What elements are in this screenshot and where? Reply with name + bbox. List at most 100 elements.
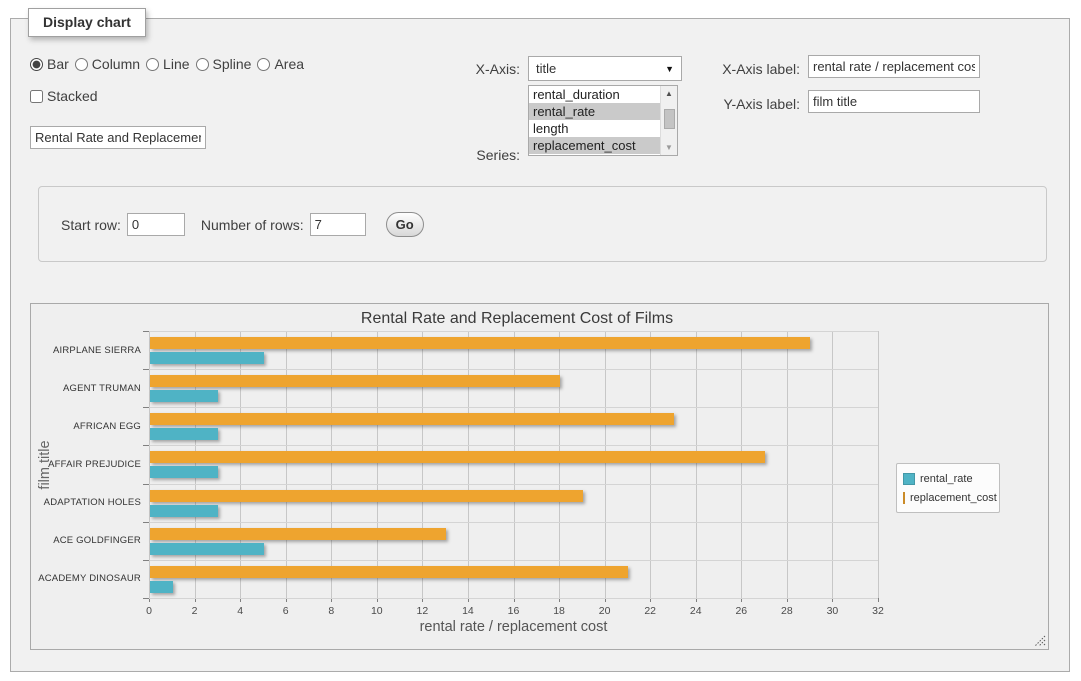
gridline bbox=[468, 331, 469, 598]
x-tick-label: 32 bbox=[872, 605, 884, 617]
scrollbar-thumb[interactable] bbox=[664, 109, 675, 129]
chart-title-input[interactable] bbox=[30, 126, 206, 149]
go-button[interactable]: Go bbox=[386, 212, 424, 237]
y-axis-tick bbox=[143, 484, 149, 485]
radio-line[interactable]: Line bbox=[146, 56, 189, 72]
bar-rental_rate[interactable] bbox=[150, 390, 218, 402]
legend-item-replacement-cost[interactable]: replacement_cost bbox=[903, 488, 993, 507]
legend-swatch-rental-rate bbox=[903, 473, 915, 485]
chart-container: Rental Rate and Replacement Cost of Film… bbox=[30, 303, 1049, 650]
x-axis-label-input[interactable] bbox=[808, 55, 980, 78]
series-option-rental-duration[interactable]: rental_duration bbox=[529, 86, 660, 103]
chart-title: Rental Rate and Replacement Cost of Film… bbox=[31, 310, 1003, 328]
bar-rental_rate[interactable] bbox=[150, 581, 173, 593]
gridline bbox=[650, 331, 651, 598]
y-axis-tick bbox=[143, 369, 149, 370]
x-tick-label: 0 bbox=[146, 605, 152, 617]
bar-rental_rate[interactable] bbox=[150, 466, 218, 478]
stacked-checkbox-row: Stacked bbox=[30, 88, 98, 104]
bar-replacement_cost[interactable] bbox=[150, 566, 628, 578]
bar-replacement_cost[interactable] bbox=[150, 375, 560, 387]
gridline bbox=[878, 331, 879, 598]
gridline bbox=[195, 331, 196, 598]
gridline bbox=[514, 331, 515, 598]
bar-replacement_cost[interactable] bbox=[150, 490, 583, 502]
gridline bbox=[377, 331, 378, 598]
gridline bbox=[149, 331, 150, 598]
radio-line-input[interactable] bbox=[146, 58, 159, 71]
x-tick-label: 4 bbox=[237, 605, 243, 617]
gridline bbox=[605, 331, 606, 598]
radio-bar-label: Bar bbox=[47, 56, 69, 72]
bar-replacement_cost[interactable] bbox=[150, 337, 810, 349]
gridline bbox=[149, 445, 878, 446]
radio-bar[interactable]: Bar bbox=[30, 56, 69, 72]
series-listbox[interactable]: rental_duration rental_rate length repla… bbox=[528, 85, 678, 156]
y-axis-label-input[interactable] bbox=[808, 90, 980, 113]
stacked-checkbox-input[interactable] bbox=[30, 90, 43, 103]
x-axis-select[interactable]: title ▼ bbox=[528, 56, 682, 81]
gridline bbox=[149, 331, 878, 332]
category-label: ACE GOLDFINGER bbox=[33, 522, 141, 560]
bar-rental_rate[interactable] bbox=[150, 543, 264, 555]
radio-column-label: Column bbox=[92, 56, 140, 72]
gridline bbox=[741, 331, 742, 598]
radio-spline[interactable]: Spline bbox=[196, 56, 252, 72]
x-tick-label: 26 bbox=[735, 605, 747, 617]
legend-label-rental-rate: rental_rate bbox=[920, 473, 973, 485]
rows-panel: Start row: Number of rows: Go bbox=[38, 186, 1047, 262]
scroll-up-icon[interactable]: ▲ bbox=[661, 86, 677, 101]
series-options: rental_duration rental_rate length repla… bbox=[529, 86, 660, 155]
gridline bbox=[149, 484, 878, 485]
x-tick-label: 6 bbox=[283, 605, 289, 617]
radio-area-input[interactable] bbox=[257, 58, 270, 71]
category-label: ACADEMY DINOSAUR bbox=[33, 560, 141, 598]
radio-column-input[interactable] bbox=[75, 58, 88, 71]
radio-spline-input[interactable] bbox=[196, 58, 209, 71]
x-tick-label: 8 bbox=[328, 605, 334, 617]
x-tick-label: 16 bbox=[508, 605, 520, 617]
gridline bbox=[149, 598, 878, 599]
legend-item-rental-rate[interactable]: rental_rate bbox=[903, 469, 993, 488]
bar-rental_rate[interactable] bbox=[150, 428, 218, 440]
series-listbox-label: Series: bbox=[455, 147, 520, 163]
series-option-replacement-cost[interactable]: replacement_cost bbox=[529, 137, 660, 154]
x-tick-label: 30 bbox=[827, 605, 839, 617]
x-tick-label: 12 bbox=[417, 605, 429, 617]
chart-legend: rental_rate replacement_cost bbox=[896, 463, 1000, 513]
x-axis-tick bbox=[878, 598, 879, 602]
resize-grip-icon[interactable] bbox=[1034, 635, 1046, 647]
y-axis-tick bbox=[143, 331, 149, 332]
gridline bbox=[832, 331, 833, 598]
radio-column[interactable]: Column bbox=[75, 56, 140, 72]
bar-replacement_cost[interactable] bbox=[150, 451, 765, 463]
radio-area[interactable]: Area bbox=[257, 56, 304, 72]
y-axis-tick bbox=[143, 407, 149, 408]
y-axis-tick bbox=[143, 560, 149, 561]
fieldset-legend: Display chart bbox=[28, 8, 146, 37]
number-of-rows-input[interactable] bbox=[310, 213, 366, 236]
x-axis-select-label: X-Axis: bbox=[455, 61, 520, 77]
gridline bbox=[149, 369, 878, 370]
bar-rental_rate[interactable] bbox=[150, 505, 218, 517]
bar-replacement_cost[interactable] bbox=[150, 413, 674, 425]
start-row-input[interactable] bbox=[127, 213, 185, 236]
bar-replacement_cost[interactable] bbox=[150, 528, 446, 540]
series-option-length[interactable]: length bbox=[529, 120, 660, 137]
scroll-down-icon[interactable]: ▼ bbox=[661, 140, 677, 155]
x-tick-label: 2 bbox=[192, 605, 198, 617]
series-option-rental-rate[interactable]: rental_rate bbox=[529, 103, 660, 120]
gridline bbox=[696, 331, 697, 598]
y-axis-tick bbox=[143, 522, 149, 523]
x-axis-label-field-label: X-Axis label: bbox=[713, 61, 800, 77]
stacked-checkbox[interactable]: Stacked bbox=[30, 88, 98, 104]
x-tick-label: 10 bbox=[371, 605, 383, 617]
stacked-label: Stacked bbox=[47, 88, 98, 104]
series-scrollbar[interactable]: ▲ ▼ bbox=[660, 86, 677, 155]
gridline bbox=[149, 560, 878, 561]
radio-area-label: Area bbox=[274, 56, 304, 72]
radio-bar-input[interactable] bbox=[30, 58, 43, 71]
radio-spline-label: Spline bbox=[213, 56, 252, 72]
bar-rental_rate[interactable] bbox=[150, 352, 264, 364]
gridline bbox=[286, 331, 287, 598]
